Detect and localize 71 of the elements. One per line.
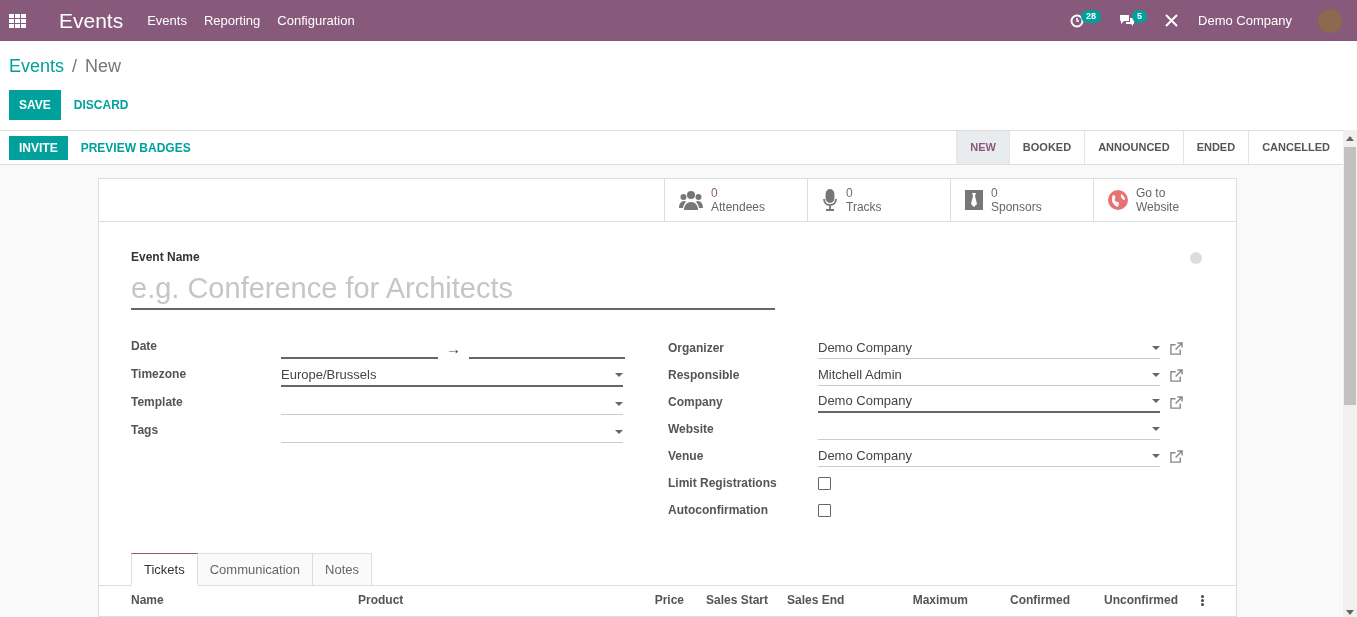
notebook-tab[interactable]: Tickets (131, 553, 198, 586)
field-label: Organizer (668, 340, 725, 357)
column-header[interactable]: Unconfirmed (1080, 591, 1190, 609)
caret-icon (615, 429, 623, 434)
stage-tab[interactable]: NEW (956, 131, 1009, 164)
column-header[interactable]: Product (358, 591, 638, 609)
field-label: Template (131, 394, 184, 411)
message-count-badge: 5 (1132, 10, 1148, 23)
event-name-field[interactable]: e.g. Conference for Architects (131, 270, 775, 310)
column-header[interactable]: Name (131, 591, 358, 609)
breadcrumb-separator: / (72, 55, 78, 78)
scroll-down-icon[interactable] (1346, 610, 1354, 615)
select-field[interactable]: Demo Company (818, 391, 1160, 413)
apps-grid-icon[interactable] (9, 13, 26, 28)
smart-button[interactable]: 0 Tracks (807, 179, 950, 221)
menu-item[interactable]: Configuration (277, 10, 355, 31)
field-label: Venue (668, 448, 705, 465)
select-field[interactable]: Europe/Brussels (281, 365, 623, 387)
field-label: Company (668, 394, 724, 411)
external-link-icon[interactable] (1170, 368, 1183, 382)
chat-icon[interactable] (1119, 14, 1136, 27)
checkbox[interactable] (818, 503, 831, 517)
select-field[interactable]: Demo Company (818, 337, 1160, 359)
field-label: Event Name (131, 249, 200, 266)
field-label: Responsible (668, 367, 741, 384)
caret-icon (1152, 372, 1160, 377)
column-header[interactable]: Sales End (778, 591, 878, 609)
app-title[interactable]: Events (59, 4, 124, 37)
menu-item[interactable]: Reporting (203, 10, 261, 31)
smart-button[interactable]: 0 Attendees (664, 179, 807, 221)
field-label: Autoconfirmation (668, 502, 769, 519)
caret-icon (1152, 345, 1160, 350)
field-label: Website (668, 421, 715, 438)
field-label: Date (131, 338, 158, 355)
activity-count-badge: 28 (1081, 10, 1102, 23)
tools-icon[interactable] (1165, 14, 1179, 27)
caret-icon (1152, 453, 1160, 458)
notebook-tab[interactable]: Notes (313, 553, 372, 586)
tie-badge-icon (965, 190, 983, 210)
field-label: Limit Registrations (668, 475, 778, 492)
menu-item[interactable]: Events (147, 10, 187, 31)
external-link-icon[interactable] (1170, 395, 1183, 409)
external-link-icon[interactable] (1170, 341, 1183, 355)
clock-icon[interactable] (1070, 13, 1085, 28)
caret-icon (615, 373, 623, 377)
notebook-tab[interactable]: Communication (197, 553, 314, 586)
column-header[interactable]: Maximum (878, 591, 978, 609)
smart-button[interactable]: Go to Website (1093, 179, 1236, 221)
external-link-icon[interactable] (1170, 449, 1183, 463)
column-header[interactable]: Sales Start (686, 591, 778, 609)
people-icon (679, 190, 703, 210)
smart-button[interactable]: 0 Sponsors (950, 179, 1093, 221)
select-field[interactable]: Demo Company (818, 445, 1160, 467)
scrollbar-thumb[interactable] (1344, 147, 1356, 405)
column-header[interactable]: Price (638, 591, 686, 609)
kebab-menu-icon[interactable] (1201, 594, 1204, 606)
company-switcher[interactable]: Demo Company (1198, 10, 1292, 31)
field-label: Timezone (131, 366, 188, 383)
arrow-icon: → (446, 340, 461, 356)
globe-icon (1108, 190, 1128, 210)
microphone-icon (822, 189, 838, 211)
field-label: Tags (131, 422, 160, 439)
scroll-up-icon[interactable] (1346, 136, 1354, 141)
caret-icon (1152, 399, 1160, 403)
checkbox[interactable] (818, 476, 831, 490)
caret-icon (615, 401, 623, 406)
column-header[interactable]: Confirmed (978, 591, 1080, 609)
scrollbar[interactable] (1343, 130, 1357, 617)
select-field[interactable]: Mitchell Admin (818, 364, 1160, 386)
breadcrumb-current: New (85, 55, 122, 78)
caret-icon (1152, 426, 1160, 431)
